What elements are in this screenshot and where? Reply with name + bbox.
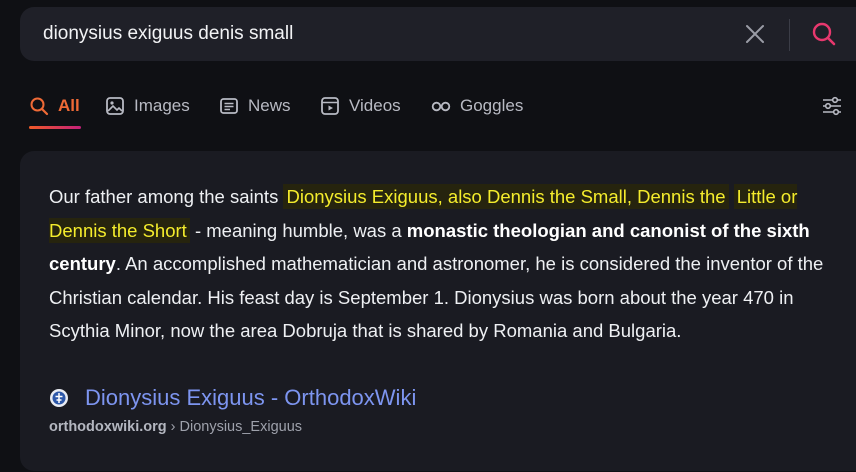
result-url-separator: › [166, 419, 180, 435]
tab-label: News [248, 96, 291, 115]
sliders-icon [823, 96, 841, 116]
active-tab-indicator [29, 126, 81, 129]
tab-label: Videos [349, 96, 401, 115]
snippet-highlight: Dionysius Exiguus, also Dennis the Small… [283, 184, 729, 209]
clear-search-button[interactable] [743, 22, 767, 46]
search-icon [30, 97, 49, 116]
goggles-icon [431, 101, 451, 112]
search-settings-button[interactable] [821, 95, 843, 117]
close-icon [746, 25, 764, 43]
result-url-path: Dionysius_Exiguus [179, 419, 303, 435]
search-tabs: All Images News Videos Goggles [0, 84, 856, 132]
search-button[interactable] [810, 20, 838, 48]
video-icon [321, 97, 339, 115]
tab-images[interactable]: Images [105, 84, 190, 128]
featured-snippet-card: Our father among the saints Dionysius Ex… [20, 151, 856, 471]
tab-label: Images [134, 96, 190, 115]
tab-label: All [58, 96, 80, 115]
snippet-intro: Our father among the saints [49, 186, 284, 207]
snippet-text-middle: - meaning humble, was a [189, 219, 407, 241]
tab-videos[interactable]: Videos [320, 84, 401, 128]
news-icon [220, 98, 238, 114]
tab-label: Goggles [460, 96, 524, 115]
orthodoxwiki-favicon-icon [50, 389, 68, 407]
snippet-text-end: . An accomplished mathematician and astr… [49, 253, 824, 341]
search-icon [812, 22, 836, 46]
result-url: orthodoxwiki.org › Dionysius_Exiguus [49, 419, 302, 435]
tab-news[interactable]: News [219, 84, 291, 128]
result-title-link[interactable]: Dionysius Exiguus - OrthodoxWiki [49, 385, 416, 411]
result-url-domain: orthodoxwiki.org [49, 419, 167, 435]
search-bar: dionysius exiguus denis small [20, 7, 856, 61]
search-input[interactable]: dionysius exiguus denis small [43, 7, 293, 61]
search-divider [789, 19, 790, 51]
image-icon [106, 97, 124, 115]
snippet-text: Our father among the saints Dionysius Ex… [49, 180, 829, 348]
tab-all[interactable]: All [29, 84, 80, 128]
result-title: Dionysius Exiguus - OrthodoxWiki [85, 385, 417, 410]
tab-goggles[interactable]: Goggles [431, 84, 523, 128]
